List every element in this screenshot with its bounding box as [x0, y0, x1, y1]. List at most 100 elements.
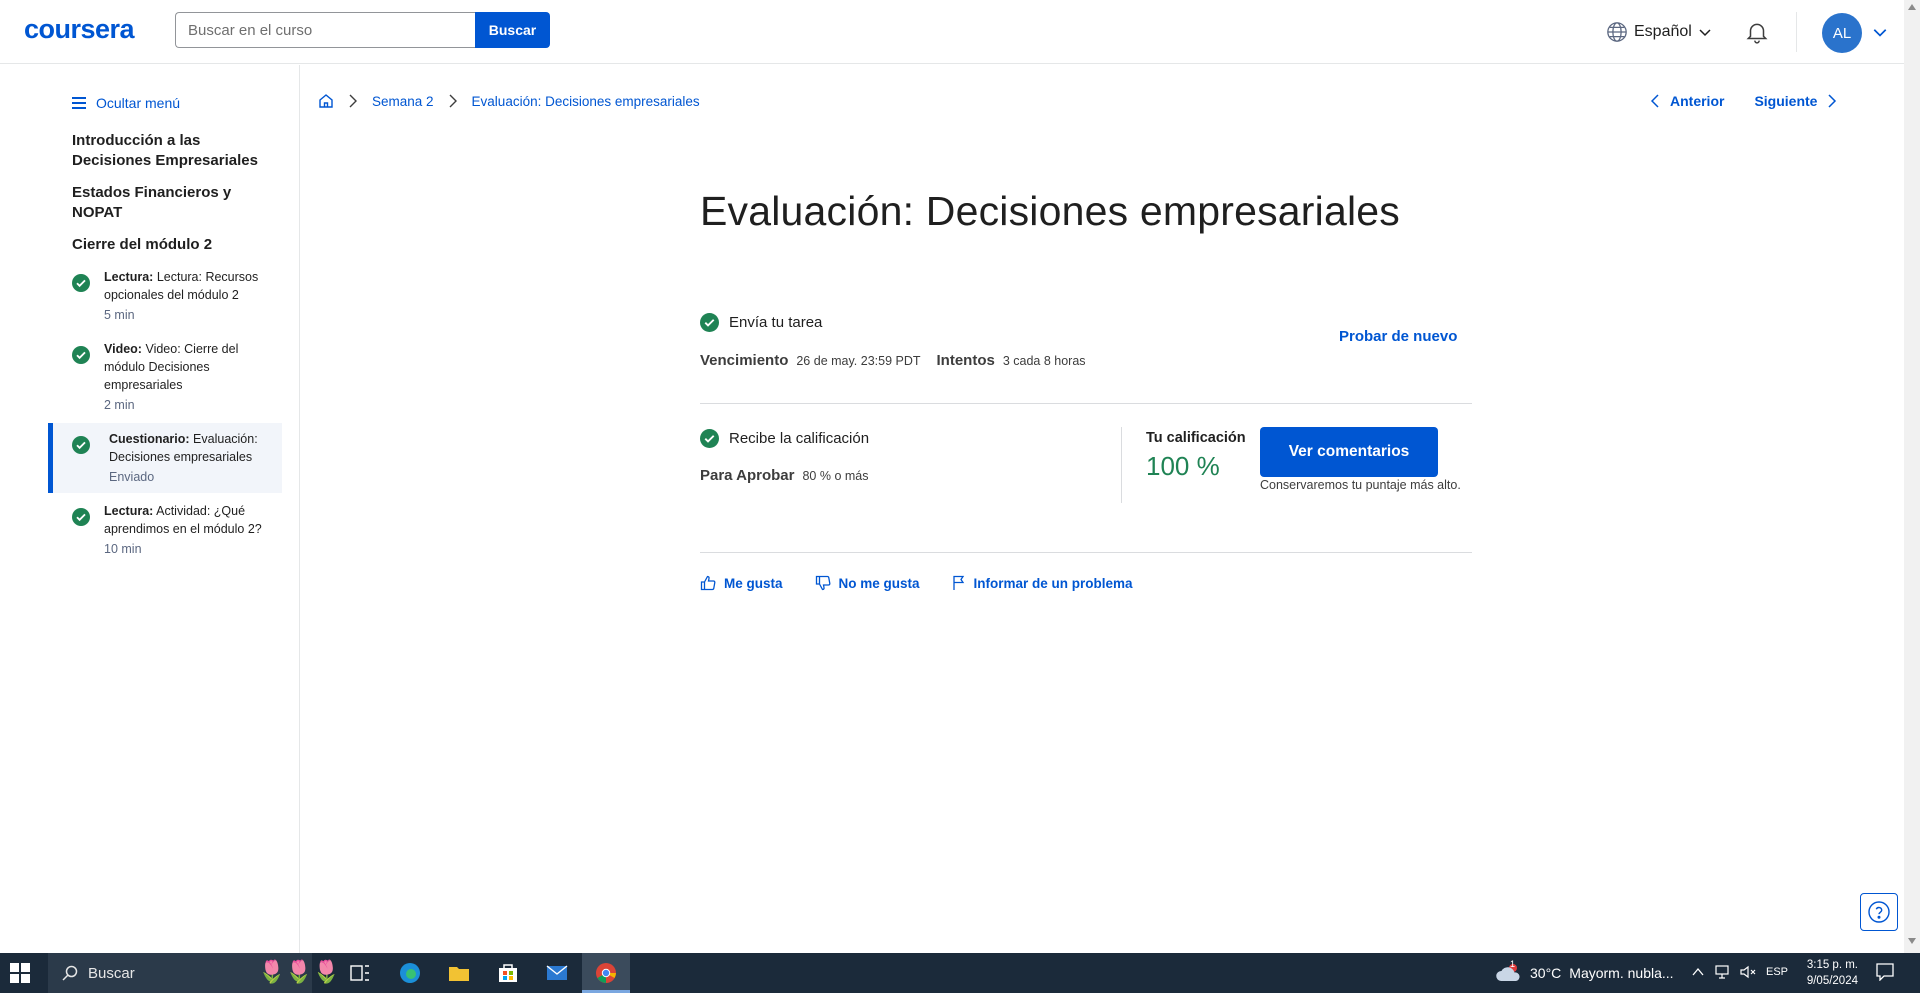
previous-button[interactable]: Anterior — [1650, 93, 1724, 109]
view-feedback-button[interactable]: Ver comentarios — [1260, 427, 1438, 477]
next-label: Siguiente — [1754, 93, 1818, 109]
attempts-value: 3 cada 8 horas — [1002, 354, 1086, 368]
search-icon — [62, 965, 78, 981]
notifications-bell-icon[interactable] — [1744, 19, 1770, 45]
sidebar-item-video-close[interactable]: Video: Video: Cierre del módulo Decision… — [48, 340, 282, 414]
section-divider — [700, 552, 1472, 553]
due-value: 26 de may. 23:59 PDT — [796, 354, 921, 368]
previous-label: Anterior — [1670, 93, 1725, 109]
section-divider — [700, 403, 1472, 404]
item-type: Lectura: — [104, 270, 154, 284]
sidebar-item-quiz-active[interactable]: Cuestionario: Evaluación: Decisiones emp… — [48, 423, 282, 493]
item-duration: 2 min — [104, 398, 135, 412]
store-icon[interactable] — [496, 961, 520, 985]
breadcrumb: Semana 2 Evaluación: Decisiones empresar… — [318, 93, 700, 109]
completed-check-icon — [72, 274, 90, 292]
tulips-icon: 🌷🌷🌷 — [258, 959, 341, 984]
item-duration: 10 min — [104, 542, 142, 556]
scroll-down-arrow-icon[interactable] — [1908, 938, 1916, 944]
due-label: Vencimiento — [700, 352, 789, 369]
report-label: Informar de un problema — [973, 575, 1133, 591]
item-type: Video: — [104, 342, 142, 356]
page-scrollbar[interactable] — [1904, 0, 1920, 953]
clock[interactable]: 3:15 p. m. 9/05/2024 — [1800, 957, 1858, 989]
like-button[interactable]: Me gusta — [700, 575, 783, 591]
mail-icon[interactable] — [545, 961, 569, 985]
grade-heading: Recibe la calificación — [729, 430, 870, 447]
report-problem-button[interactable]: Informar de un problema — [952, 575, 1133, 591]
home-icon[interactable] — [318, 93, 334, 109]
item-type: Lectura: — [104, 504, 154, 518]
item-duration: 5 min — [104, 308, 135, 322]
item-status: Enviado — [109, 470, 155, 484]
chevron-up-icon[interactable] — [1692, 967, 1704, 977]
completed-check-icon — [72, 346, 90, 364]
sidebar-section-module-close[interactable]: Cierre del módulo 2 — [72, 235, 272, 255]
task-view-icon[interactable] — [348, 961, 372, 985]
search-button[interactable]: Buscar — [475, 12, 550, 48]
dislike-label: No me gusta — [838, 575, 920, 591]
taskbar-search-label: Buscar — [88, 964, 135, 982]
due-and-attempts: Vencimiento 26 de may. 23:59 PDT Intento… — [700, 352, 1086, 369]
file-explorer-icon[interactable] — [447, 961, 471, 985]
course-search: Buscar — [175, 12, 550, 48]
sidebar-section-financial-statements[interactable]: Estados Financieros y NOPAT — [72, 183, 272, 223]
submit-heading: Envía tu tarea — [729, 314, 823, 331]
globe-icon — [1607, 22, 1627, 42]
help-button[interactable] — [1860, 893, 1898, 931]
volume-muted-icon[interactable] — [1740, 965, 1756, 979]
weather-text: Mayorm. nubla... — [1569, 965, 1674, 981]
feedback-actions: Me gusta No me gusta Informar de un prob… — [700, 575, 1133, 591]
sidebar-item-reading-resources[interactable]: Lectura: Lectura: Recursos opcionales de… — [48, 268, 282, 324]
help-icon — [1868, 901, 1890, 923]
windows-start-icon[interactable] — [10, 963, 30, 983]
flag-icon — [952, 575, 964, 590]
grade-divider — [1121, 427, 1122, 503]
header-divider — [1796, 12, 1797, 52]
pass-requirement: Para Aprobar 80 % o más — [700, 467, 869, 484]
highest-score-note: Conservaremos tu puntaje más alto. — [1260, 478, 1461, 492]
scroll-up-arrow-icon[interactable] — [1908, 4, 1916, 10]
your-grade-value: 100 % — [1146, 451, 1220, 481]
edge-browser-icon[interactable] — [398, 961, 422, 985]
chevron-right-icon — [1828, 94, 1837, 108]
dislike-button[interactable]: No me gusta — [815, 575, 920, 591]
item-type: Cuestionario: — [109, 432, 190, 446]
like-label: Me gusta — [724, 575, 783, 591]
sidebar-section-intro[interactable]: Introducción a las Decisiones Empresaria… — [72, 131, 272, 171]
menu-icon — [72, 97, 86, 109]
weather-widget[interactable]: 1 30°C Mayorm. nubla... — [1496, 959, 1674, 983]
cloudy-weather-icon — [1496, 964, 1520, 981]
your-grade-label: Tu calificación — [1146, 430, 1246, 446]
chrome-icon[interactable] — [594, 961, 618, 985]
hide-menu-label: Ocultar menú — [96, 95, 181, 111]
item-navigation: Anterior Siguiente — [1650, 93, 1837, 109]
thumbs-down-icon — [815, 575, 830, 591]
user-avatar[interactable]: AL — [1822, 13, 1862, 53]
chevron-right-icon — [449, 94, 457, 108]
weather-badge: 1 — [1510, 959, 1516, 969]
try-again-button[interactable]: Probar de nuevo — [1339, 328, 1457, 345]
account-chevron-down-icon[interactable] — [1872, 24, 1888, 40]
attempts-label: Intentos — [936, 352, 995, 369]
search-input[interactable] — [175, 12, 475, 48]
input-language[interactable]: ESP — [1766, 966, 1788, 978]
system-tray: ESP — [1692, 965, 1788, 979]
sidebar-item-activity[interactable]: Lectura: Actividad: ¿Qué aprendimos en e… — [48, 502, 282, 558]
weather-temp: 30°C — [1530, 965, 1562, 981]
windows-taskbar: Buscar 🌷🌷🌷 1 30°C Mayorm. nubla... ESP 3… — [0, 953, 1920, 993]
chevron-down-icon — [1699, 29, 1711, 37]
course-outline-sidebar: Ocultar menú Introducción a las Decision… — [0, 65, 300, 953]
network-icon[interactable] — [1714, 965, 1730, 979]
clock-date: 9/05/2024 — [1806, 975, 1858, 987]
page-title: Evaluación: Decisiones empresariales — [700, 188, 1400, 234]
breadcrumb-current[interactable]: Evaluación: Decisiones empresariales — [472, 94, 700, 109]
notification-center-icon[interactable] — [1876, 963, 1894, 981]
breadcrumb-week[interactable]: Semana 2 — [372, 94, 434, 109]
language-selector[interactable]: Español — [1606, 21, 1712, 43]
coursera-logo[interactable]: coursera — [24, 14, 135, 45]
hide-menu-button[interactable]: Ocultar menú — [72, 95, 180, 111]
completed-check-icon — [700, 429, 719, 448]
next-button[interactable]: Siguiente — [1754, 93, 1837, 109]
top-header: coursera Buscar Español AL — [0, 0, 1904, 64]
